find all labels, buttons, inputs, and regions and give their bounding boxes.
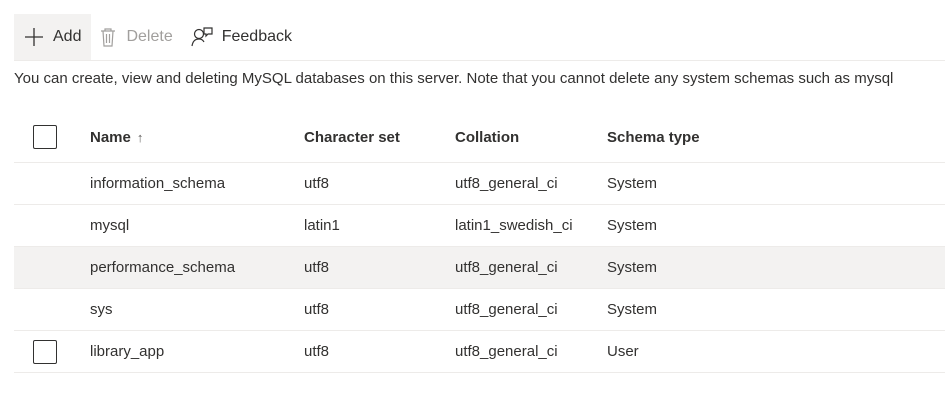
cell-charset: utf8 (304, 301, 330, 318)
cell-schema-type: System (607, 259, 658, 276)
add-button-label: Add (53, 28, 82, 45)
cell-collation: latin1_swedish_ci (455, 217, 573, 234)
cell-collation: utf8_general_ci (455, 343, 558, 360)
cell-charset: utf8 (304, 343, 330, 360)
table-row[interactable]: mysql latin1 latin1_swedish_ci System (14, 205, 945, 247)
delete-button-label: Delete (126, 28, 173, 45)
plus-icon (24, 27, 44, 47)
table-row[interactable]: sys utf8 utf8_general_ci System (14, 289, 945, 331)
table-row[interactable]: information_schema utf8 utf8_general_ci … (14, 163, 945, 205)
table-header-row: Name ↑ Character set Collation Schema ty… (14, 112, 945, 163)
cell-schema-type: User (607, 343, 639, 360)
info-text: You can create, view and deleting MySQL … (14, 70, 894, 87)
sort-ascending-icon: ↑ (136, 129, 144, 145)
select-all-checkbox[interactable] (33, 125, 57, 149)
trash-icon (99, 27, 117, 47)
cell-collation: utf8_general_ci (455, 175, 558, 192)
command-bar: Add Delete Feedback (14, 14, 945, 61)
add-button[interactable]: Add (14, 14, 92, 60)
column-header-charset[interactable]: Character set (304, 112, 400, 162)
feedback-button-label: Feedback (221, 28, 292, 45)
column-header-name[interactable]: Name ↑ (90, 112, 143, 162)
cell-schema-type: System (607, 217, 658, 234)
row-select-checkbox[interactable] (33, 339, 57, 364)
feedback-button[interactable]: Feedback (183, 14, 302, 60)
table-row[interactable]: library_app utf8 utf8_general_ci User (14, 331, 945, 373)
cell-charset: latin1 (304, 217, 340, 234)
delete-button[interactable]: Delete (91, 14, 182, 60)
cell-collation: utf8_general_ci (455, 259, 558, 276)
feedback-icon (191, 26, 213, 48)
table-row[interactable]: performance_schema utf8 utf8_general_ci … (14, 247, 945, 289)
cell-name: performance_schema (90, 259, 236, 276)
column-header-collation[interactable]: Collation (455, 112, 519, 162)
cell-charset: utf8 (304, 259, 330, 276)
cell-charset: utf8 (304, 175, 330, 192)
cell-collation: utf8_general_ci (455, 301, 558, 318)
cell-name: mysql (90, 217, 130, 234)
cell-name: information_schema (90, 175, 226, 192)
cell-schema-type: System (607, 301, 658, 318)
cell-schema-type: System (607, 175, 658, 192)
databases-table: Name ↑ Character set Collation Schema ty… (14, 112, 945, 373)
cell-name: sys (90, 301, 113, 318)
column-header-schema-type[interactable]: Schema type (607, 112, 700, 162)
cell-name: library_app (90, 343, 165, 360)
